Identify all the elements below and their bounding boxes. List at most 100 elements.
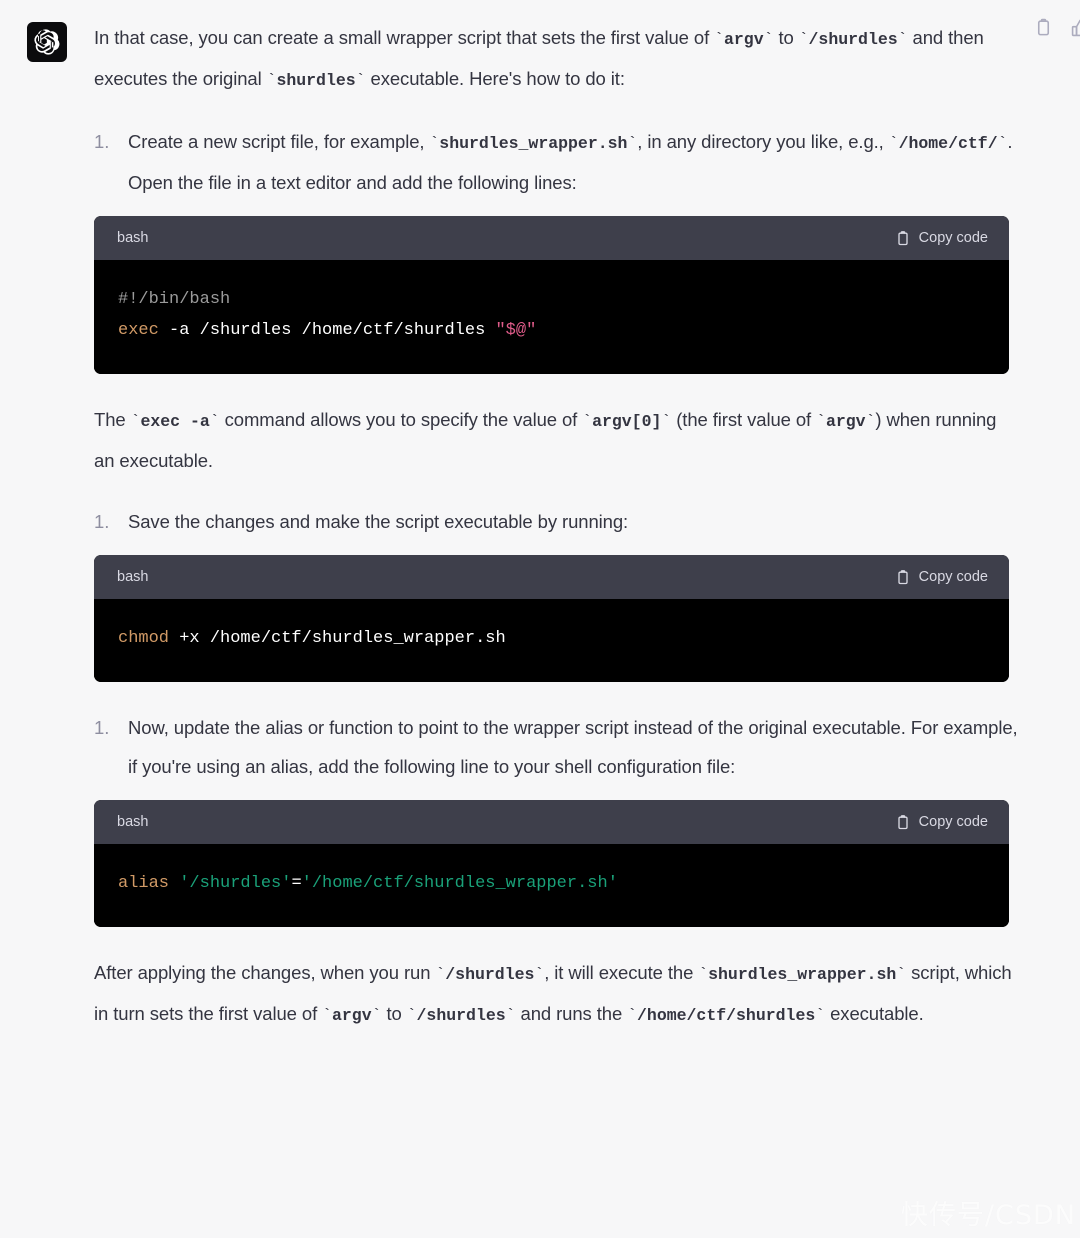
inline-code: /shurdles	[808, 30, 898, 49]
inline-code-tick: `	[429, 134, 440, 153]
code-token: alias	[118, 874, 170, 893]
clipboard-icon	[895, 814, 911, 831]
message-content: In that case, you can create a small wra…	[94, 16, 1080, 1057]
list-marker: 1.	[94, 511, 110, 532]
code-language-label: bash	[117, 569, 149, 585]
code-token: -a /shurdles /home/ctf/shurdles	[158, 321, 496, 340]
code-block-alias: bash Copy code alias '/shurdles'='/home/ct…	[94, 800, 1009, 927]
assistant-message: In that case, you can create a small wra…	[0, 0, 1080, 1057]
exec-explanation-paragraph: The `exec -a` command allows you to spec…	[94, 400, 1018, 480]
code-language-label: bash	[117, 230, 149, 246]
inline-code-tick: `	[505, 1006, 516, 1025]
thumbs-up-icon[interactable]	[1071, 18, 1080, 37]
inline-code-tick: `	[371, 1006, 382, 1025]
inline-code-tick: `	[763, 30, 774, 49]
text-run: (the first value of	[671, 409, 817, 430]
text-run: After applying the changes, when you run	[94, 962, 436, 983]
code-block-header: bash Copy code	[94, 216, 1009, 260]
inline-code-tick: `	[661, 412, 672, 431]
inline-code-tick: `	[627, 1006, 638, 1025]
inline-code-tick: `	[534, 965, 545, 984]
code-block-chmod: bash Copy code chmod +x /home/ctf/shurdles…	[94, 555, 1009, 682]
inline-code: /home/ctf/	[898, 134, 998, 153]
code-token: chmod	[118, 629, 170, 648]
inline-code-tick: `	[355, 71, 366, 90]
code-language-label: bash	[117, 814, 149, 830]
inline-code-tick: `	[865, 412, 876, 431]
inline-code-tick: `	[322, 1006, 332, 1025]
inline-code: shurdles_wrapper.sh	[439, 134, 628, 153]
inline-code-tick: `	[997, 134, 1008, 153]
inline-code-tick: `	[435, 965, 446, 984]
inline-code: argv	[723, 30, 764, 49]
closing-paragraph: After applying the changes, when you run…	[94, 953, 1018, 1035]
code-block-wrapper-script: bash Copy code #!/bin/bash exec -a /shurdle…	[94, 216, 1009, 374]
text-run: The	[94, 409, 131, 430]
clipboard-copy-icon[interactable]	[1034, 18, 1053, 37]
copy-code-label: Copy code	[918, 814, 988, 830]
code-line: alias '/shurdles'='/home/ctf/shurdles_wr…	[118, 868, 985, 899]
inline-code: exec -a	[140, 412, 210, 431]
code-token: '/home/ctf/shurdles_wrapper.sh'	[301, 874, 618, 893]
text-run: to	[773, 27, 799, 48]
inline-code-tick: `	[798, 30, 809, 49]
text-run: Save the changes and make the script exe…	[128, 511, 629, 532]
code-block-body: alias '/shurdles'='/home/ctf/shurdles_wr…	[94, 844, 1009, 927]
inline-code-tick: `	[816, 412, 826, 431]
list-marker: 1.	[94, 717, 110, 738]
inline-code-tick: `	[582, 412, 593, 431]
avatar-column	[0, 16, 94, 62]
inline-code: /shurdles	[445, 965, 535, 984]
inline-code-tick: `	[698, 965, 709, 984]
copy-code-button[interactable]: Copy code	[895, 230, 988, 247]
inline-code: /shurdles	[416, 1006, 506, 1025]
text-run: executable. Here's how to do it:	[365, 68, 625, 89]
list-item: 1. Save the changes and make the script e…	[94, 502, 1018, 541]
inline-code-tick: `	[130, 412, 141, 431]
step-3-list: 1. Now, update the alias or function to p…	[94, 708, 1018, 786]
inline-code-tick: `	[266, 71, 277, 90]
inline-code-tick: `	[897, 30, 908, 49]
list-item: 1. Create a new script file, for example,…	[94, 122, 1018, 202]
code-token: +x /home/ctf/shurdles_wrapper.sh	[169, 629, 506, 648]
code-token: "$@"	[495, 321, 537, 340]
code-token: =	[291, 874, 302, 893]
text-run: Now, update the alias or function to poi…	[128, 717, 1018, 777]
inline-code: argv	[825, 412, 866, 431]
code-line: #!/bin/bash	[118, 284, 985, 315]
text-run: Create a new script file, for example,	[128, 131, 430, 152]
text-run: command allows you to specify the value …	[219, 409, 583, 430]
inline-code-tick: `	[888, 134, 899, 153]
text-run: to	[381, 1003, 407, 1024]
text-run: , it will execute the	[544, 962, 699, 983]
code-token: '/shurdles'	[179, 874, 292, 893]
copy-code-button[interactable]: Copy code	[895, 569, 988, 586]
intro-paragraph: In that case, you can create a small wra…	[94, 18, 1018, 100]
inline-code: /home/ctf/shurdles	[637, 1006, 816, 1025]
code-block-header: bash Copy code	[94, 800, 1009, 844]
copy-code-button[interactable]: Copy code	[895, 814, 988, 831]
inline-code-tick: `	[406, 1006, 417, 1025]
inline-code-tick: `	[714, 30, 724, 49]
code-token: #!/bin/bash	[118, 290, 231, 309]
text-run: , in any directory you like, e.g.,	[637, 131, 889, 152]
code-block-body: chmod +x /home/ctf/shurdles_wrapper.sh	[94, 599, 1009, 682]
code-block-body: #!/bin/bash exec -a /shurdles /home/ctf/s…	[94, 260, 1009, 374]
list-item: 1. Now, update the alias or function to p…	[94, 708, 1018, 786]
inline-code-tick: `	[815, 1006, 826, 1025]
code-line: chmod +x /home/ctf/shurdles_wrapper.sh	[118, 623, 985, 654]
code-token: exec	[118, 321, 159, 340]
clipboard-icon	[895, 230, 911, 247]
inline-code: argv[0]	[592, 412, 662, 431]
copy-code-label: Copy code	[918, 230, 988, 246]
step-2-list: 1. Save the changes and make the script e…	[94, 502, 1018, 541]
inline-code: shurdles	[276, 71, 356, 90]
clipboard-icon	[895, 569, 911, 586]
code-line: exec -a /shurdles /home/ctf/shurdles "$@…	[118, 315, 985, 346]
message-actions	[1034, 18, 1080, 37]
avatar	[27, 22, 67, 62]
text-run: and runs the	[515, 1003, 628, 1024]
copy-code-label: Copy code	[918, 569, 988, 585]
step-1-list: 1. Create a new script file, for example,…	[94, 122, 1018, 202]
